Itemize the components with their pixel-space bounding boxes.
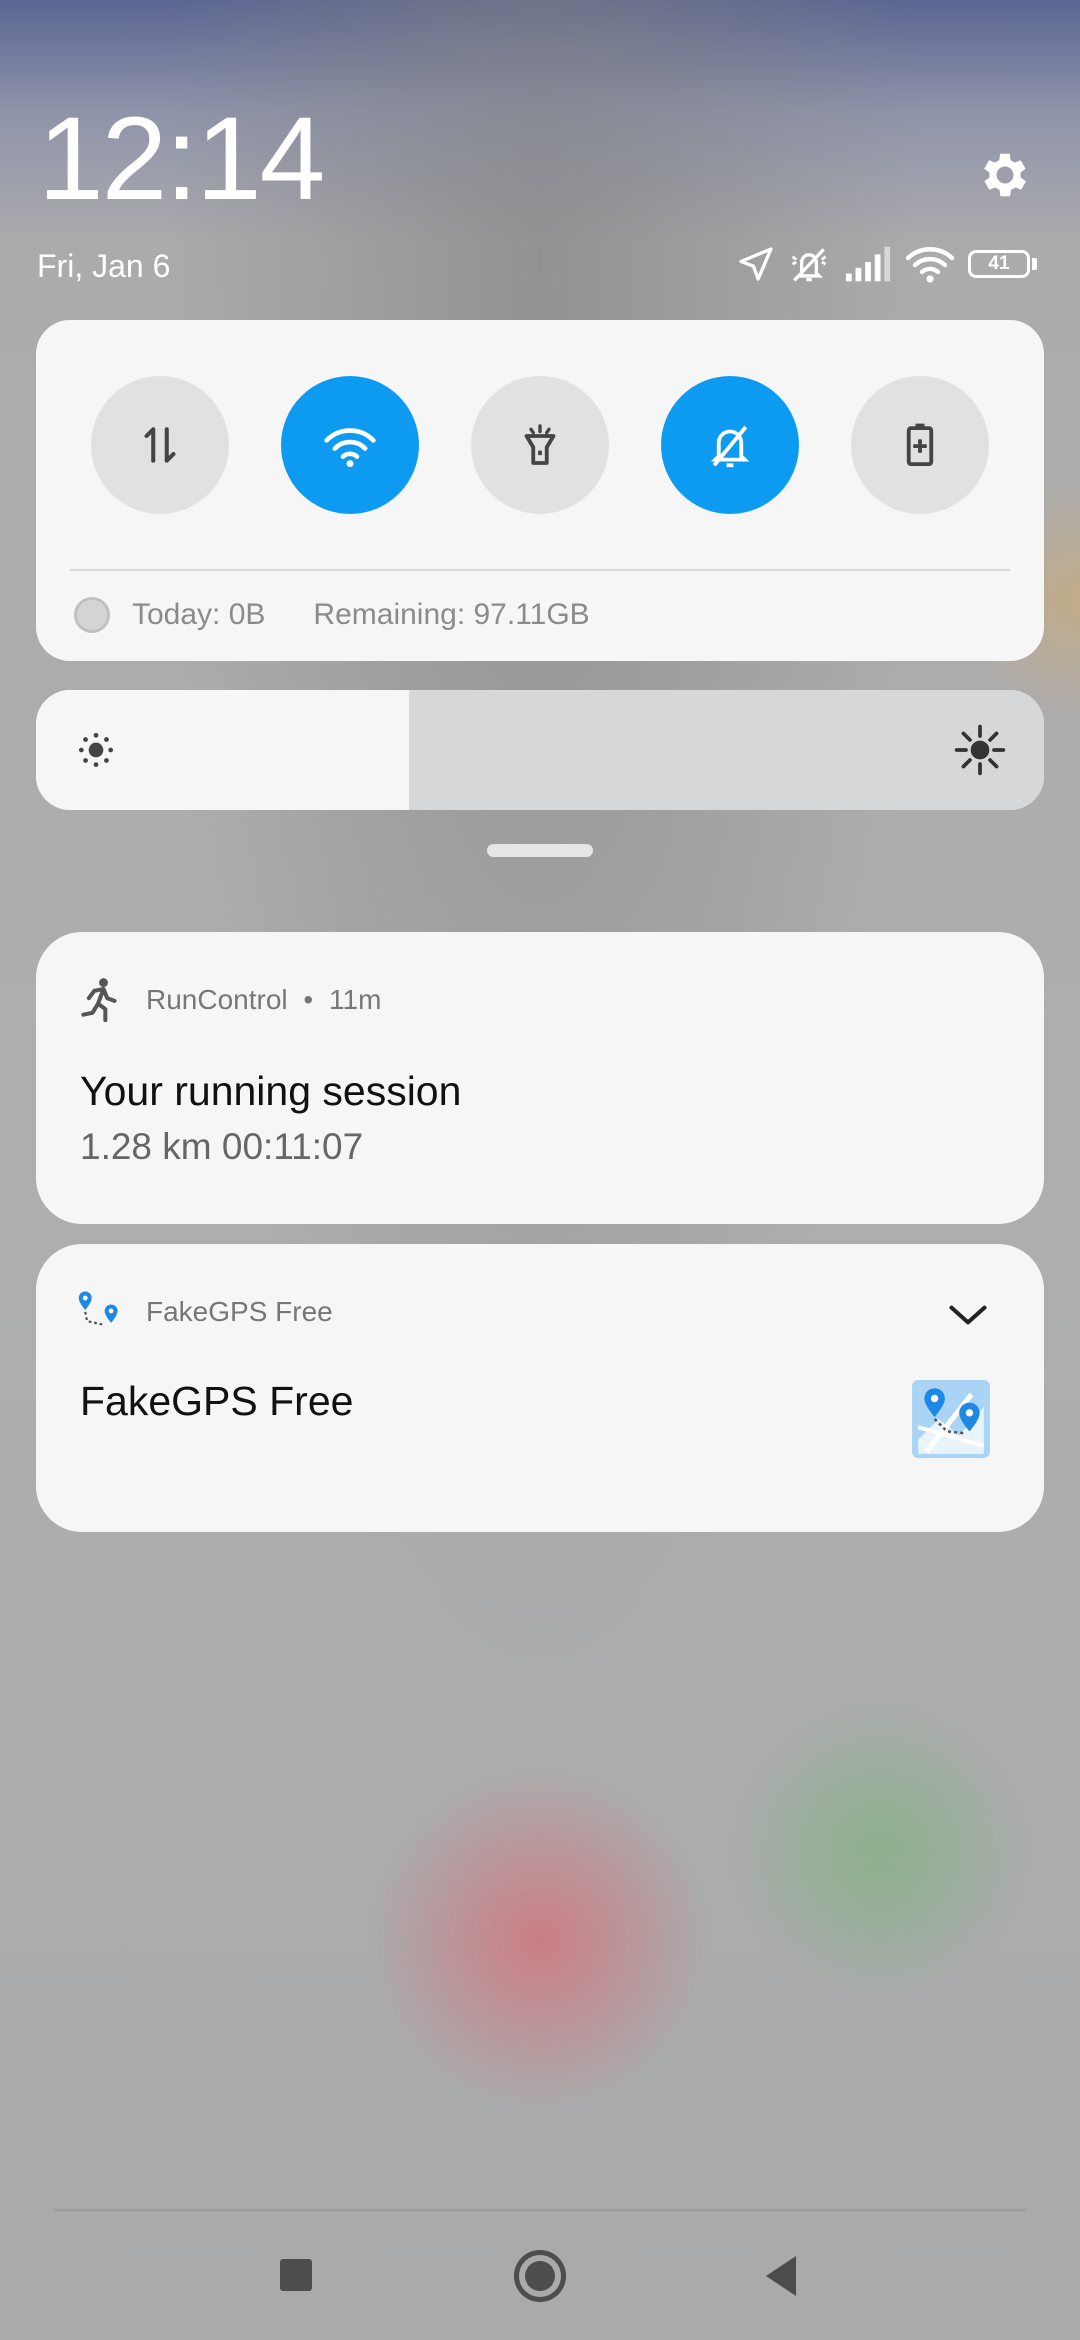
battery-icon: 41: [968, 250, 1030, 278]
wifi-icon: [906, 247, 954, 283]
map-thumbnail-icon: [912, 1380, 990, 1458]
back-button[interactable]: [762, 2254, 798, 2298]
silent-toggle[interactable]: [661, 376, 799, 514]
runcontrol-notification[interactable]: RunControl • 11m Your running session 1.…: [36, 932, 1044, 1224]
wifi-icon: [324, 428, 376, 468]
vibrate-off-icon: [791, 248, 827, 282]
battery-tip: [1032, 258, 1037, 270]
navbar-divider: [54, 2209, 1026, 2211]
data-remaining: Remaining: 97.11GB: [313, 598, 590, 631]
divider: [70, 569, 1010, 571]
recents-button[interactable]: [280, 2259, 312, 2291]
notification-title: FakeGPS Free: [80, 1378, 354, 1424]
date: Fri, Jan 6: [37, 248, 171, 284]
home-dot: [525, 2261, 555, 2291]
map-pins-icon: [78, 1291, 118, 1326]
data-arrows-icon: [144, 427, 176, 463]
data-usage-row[interactable]: Today: 0B Remaining: 97.11GB: [74, 592, 590, 638]
gear-icon[interactable]: [976, 146, 1034, 204]
fakegps-notification[interactable]: FakeGPS Free FakeGPS Free: [36, 1244, 1044, 1532]
quick-settings-panel: Today: 0B Remaining: 97.11GB: [36, 320, 1044, 661]
flashlight-toggle[interactable]: [471, 376, 609, 514]
bell-off-icon: [710, 425, 750, 468]
flashlight-icon: [524, 424, 556, 465]
battery-plus-icon: [906, 423, 934, 467]
notification-app-name: RunControl: [146, 984, 288, 1015]
bullet-separator: •: [303, 984, 314, 1015]
notification-app-line: RunControl • 11m: [146, 984, 381, 1016]
data-usage-icon: [74, 597, 110, 633]
clock: 12:14: [38, 93, 325, 225]
notification-time: 11m: [329, 984, 382, 1015]
notification-text: 1.28 km 00:11:07: [80, 1126, 364, 1167]
mobile-data-toggle[interactable]: [91, 376, 229, 514]
brightness-track: [409, 690, 1044, 810]
location-icon: [739, 247, 773, 281]
battery-level: 41: [988, 253, 1010, 274]
runner-icon: [81, 978, 117, 1023]
notification-title: Your running session: [80, 1068, 462, 1114]
battery-saver-toggle[interactable]: [851, 376, 989, 514]
wifi-toggle[interactable]: [281, 376, 419, 514]
brightness-high-icon: [954, 724, 1006, 776]
brightness-slider[interactable]: [36, 690, 1044, 810]
home-button[interactable]: [514, 2250, 566, 2302]
drag-handle[interactable]: [487, 844, 593, 857]
chevron-down-icon[interactable]: [946, 1300, 990, 1330]
notification-app-name: FakeGPS Free: [146, 1296, 333, 1327]
signal-icon: [845, 246, 891, 282]
brightness-low-icon: [78, 732, 114, 768]
data-today: Today: 0B: [132, 598, 266, 631]
